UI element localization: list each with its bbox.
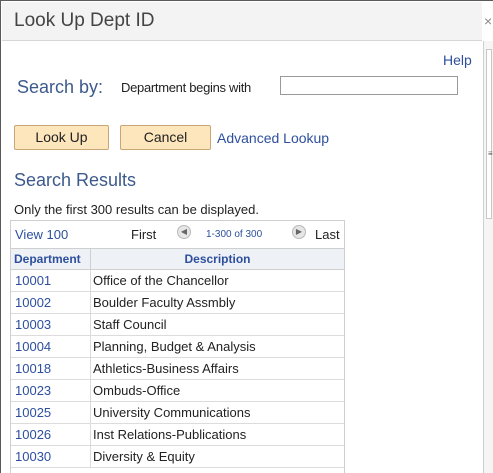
dept-description-link[interactable]: Planning, Budget & Analysis — [92, 336, 256, 357]
dialog-title: Look Up Dept ID — [14, 10, 155, 31]
next-page-icon[interactable]: ▶ — [292, 225, 306, 239]
department-column-header[interactable]: Department — [11, 249, 91, 270]
table-row[interactable]: 10023 Ombuds-Office — [11, 380, 344, 402]
description-column-header[interactable]: Description — [91, 249, 344, 270]
table-row[interactable]: 10026 Inst Relations-Publications — [11, 424, 344, 446]
vertical-scrollbar[interactable]: ≡ — [483, 41, 493, 473]
dept-description-link[interactable]: Office of the Chancellor — [92, 270, 229, 291]
results-grid: View 100 First ◀ 1-300 of 300 ▶ Last Dep… — [10, 220, 345, 473]
view-100-link[interactable]: View 100 — [15, 227, 68, 242]
table-row[interactable]: 10025 University Communications — [11, 402, 344, 424]
search-results-heading: Search Results — [14, 170, 137, 190]
table-row[interactable]: 10030 Diversity & Equity — [11, 446, 344, 468]
table-row[interactable]: 10018 Athletics-Business Affairs — [11, 358, 344, 380]
lookup-dialog: Look Up Dept ID × ≡ Help Search by: Depa… — [0, 0, 493, 473]
dept-code-link[interactable]: 10004 — [11, 336, 91, 357]
dialog-title-bar[interactable]: Look Up Dept ID — [2, 2, 482, 41]
dept-code-link[interactable]: 10023 — [11, 380, 91, 401]
results-limit-note: Only the first 300 results can be displa… — [14, 202, 259, 217]
look-up-button[interactable]: Look Up — [14, 125, 109, 150]
dept-description-link[interactable]: Staff Council — [92, 314, 166, 335]
previous-page-icon[interactable]: ◀ — [177, 225, 191, 239]
help-link[interactable]: Help — [443, 52, 472, 68]
scrollbar-thumb[interactable]: ≡ — [486, 49, 493, 219]
table-row[interactable]: 10001 Office of the Chancellor — [11, 270, 344, 292]
last-page-label: Last — [315, 227, 340, 242]
dept-code-link[interactable]: 10026 — [11, 424, 91, 445]
row-range-label: 1-300 of 300 — [206, 229, 263, 240]
department-search-input[interactable] — [280, 76, 458, 95]
dept-code-link[interactable]: 10030 — [11, 446, 91, 467]
dept-code-link[interactable]: 10018 — [11, 358, 91, 379]
department-field-label: Department begins with — [121, 80, 251, 95]
dept-code-link[interactable]: 10025 — [11, 402, 91, 423]
close-icon[interactable]: × — [484, 13, 492, 29]
dept-description-link[interactable]: Athletics-Business Affairs — [92, 358, 239, 379]
first-page-label: First — [131, 227, 157, 242]
table-row[interactable]: 10002 Boulder Faculty Assmbly — [11, 292, 344, 314]
dept-description-link[interactable]: Inst Relations-Publications — [92, 424, 246, 445]
grip-icon: ≡ — [488, 149, 493, 158]
table-row[interactable]: 10003 Staff Council — [11, 314, 344, 336]
cancel-button[interactable]: Cancel — [120, 125, 211, 150]
grid-navigation-bar: View 100 First ◀ 1-300 of 300 ▶ Last — [11, 221, 344, 249]
dept-description-link[interactable]: Diversity & Equity — [92, 446, 195, 467]
dept-code-link[interactable]: 10003 — [11, 314, 91, 335]
dept-code-link[interactable]: 10001 — [11, 270, 91, 291]
search-by-label: Search by: — [17, 77, 104, 97]
dept-description-link[interactable]: Ombuds-Office — [92, 380, 180, 401]
results-rows: 10001 Office of the Chancellor 10002 Bou… — [11, 270, 344, 468]
dept-description-link[interactable]: Boulder Faculty Assmbly — [92, 292, 235, 313]
advanced-lookup-link[interactable]: Advanced Lookup — [217, 130, 329, 146]
table-row[interactable]: 10004 Planning, Budget & Analysis — [11, 336, 344, 358]
dept-code-link[interactable]: 10002 — [11, 292, 91, 313]
dept-description-link[interactable]: University Communications — [92, 402, 251, 423]
